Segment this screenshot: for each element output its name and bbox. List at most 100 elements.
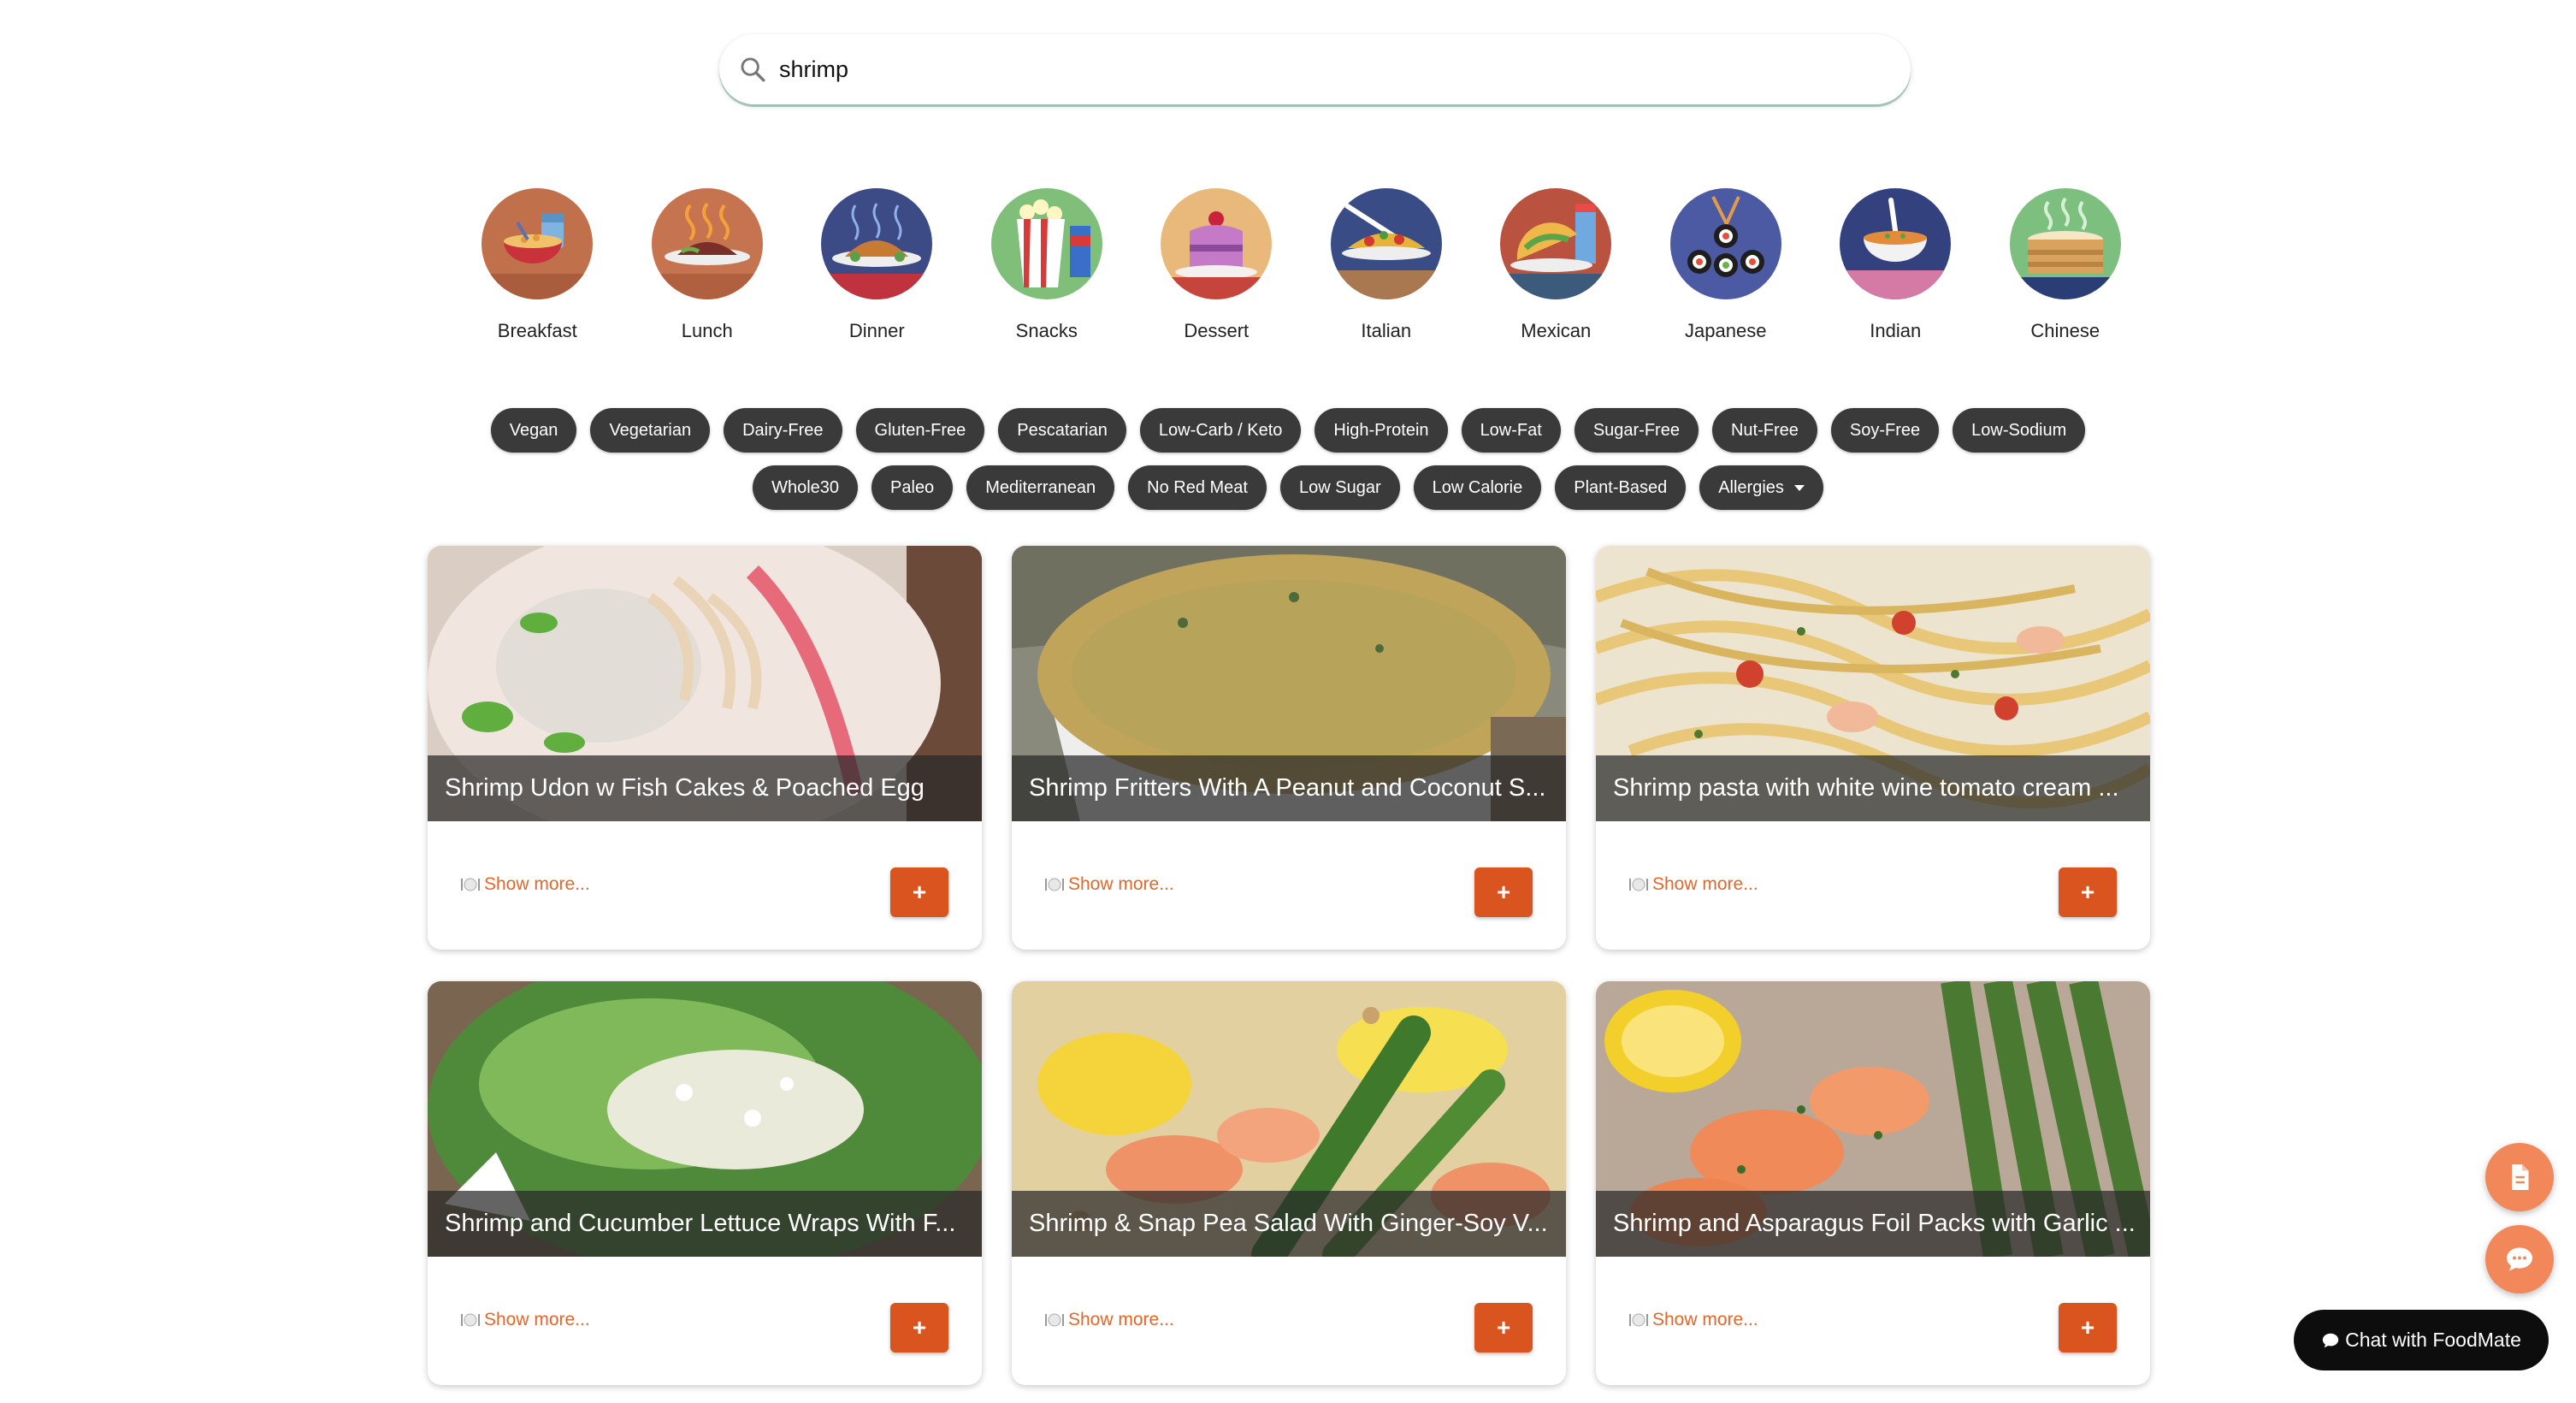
- filter-chip-mediterranean[interactable]: Mediterranean: [966, 465, 1115, 510]
- recipe-image: Shrimp and Asparagus Foil Packs with Gar…: [1596, 981, 2150, 1257]
- category-indian[interactable]: Indian: [1811, 188, 1981, 342]
- show-more-link[interactable]: Show more...: [460, 874, 590, 895]
- speech-bubble-icon: [2322, 1333, 2339, 1347]
- allergies-dropdown[interactable]: Allergies: [1699, 465, 1823, 510]
- plate-utensils-icon: [1045, 878, 1064, 891]
- show-more-link[interactable]: Show more...: [1044, 1310, 1174, 1330]
- category-lunch[interactable]: Lunch: [623, 188, 793, 342]
- plate-utensils-icon: [1045, 1313, 1064, 1327]
- category-breakfast[interactable]: Breakfast: [452, 188, 623, 342]
- filter-chip-vegetarian[interactable]: Vegetarian: [590, 408, 711, 453]
- add-recipe-button[interactable]: +: [1474, 1303, 1533, 1353]
- indian-icon: [1840, 188, 1952, 299]
- diet-filter-row: Vegan Vegetarian Dairy-Free Gluten-Free …: [0, 408, 2576, 453]
- dinner-icon: [821, 188, 933, 299]
- search-bar[interactable]: [719, 34, 1911, 104]
- snacks-icon: [990, 188, 1102, 299]
- italian-icon: [1330, 188, 1442, 299]
- add-recipe-button[interactable]: +: [1474, 867, 1533, 917]
- recipe-card[interactable]: Shrimp & Snap Pea Salad With Ginger-Soy …: [1012, 981, 1566, 1385]
- category-label: Chinese: [2030, 320, 2100, 341]
- recipe-image: Shrimp Fritters With A Peanut and Coconu…: [1012, 546, 1566, 821]
- show-more-link[interactable]: Show more...: [1628, 1310, 1758, 1330]
- plate-utensils-icon: [461, 878, 480, 891]
- chat-bubble-icon: [2507, 1247, 2532, 1271]
- plate-utensils-icon: [1629, 878, 1648, 891]
- filter-chip-low-calorie[interactable]: Low Calorie: [1413, 465, 1542, 510]
- filter-chip-dairy-free[interactable]: Dairy-Free: [724, 408, 842, 453]
- show-more-label: Show more...: [484, 874, 590, 894]
- recipe-image: Shrimp Udon w Fish Cakes & Poached Egg: [428, 546, 982, 821]
- category-label: Breakfast: [497, 320, 577, 341]
- filter-chip-vegan[interactable]: Vegan: [490, 408, 577, 453]
- add-recipe-button[interactable]: +: [890, 867, 948, 917]
- category-list: Breakfast Lunch Dinner Snacks Dessert It…: [452, 188, 2150, 342]
- category-snacks[interactable]: Snacks: [962, 188, 1132, 342]
- recipe-title: Shrimp & Snap Pea Salad With Ginger-Soy …: [1012, 1191, 1566, 1257]
- category-label: Indian: [1870, 320, 1922, 341]
- allergies-label: Allergies: [1718, 477, 1784, 497]
- recipe-card[interactable]: Shrimp Fritters With A Peanut and Coconu…: [1012, 546, 1566, 950]
- recipe-card[interactable]: Shrimp Udon w Fish Cakes & Poached Egg S…: [428, 546, 982, 950]
- category-label: Dessert: [1184, 320, 1250, 341]
- chat-bubble-button[interactable]: [2485, 1225, 2554, 1293]
- category-label: Lunch: [681, 320, 733, 341]
- category-dessert[interactable]: Dessert: [1131, 188, 1302, 342]
- filter-chip-sugar-free[interactable]: Sugar-Free: [1574, 408, 1699, 453]
- filter-chip-whole30[interactable]: Whole30: [753, 465, 859, 510]
- search-icon: [741, 57, 765, 82]
- recipe-title: Shrimp pasta with white wine tomato crea…: [1596, 755, 2150, 821]
- filter-chip-low-sodium[interactable]: Low-Sodium: [1953, 408, 2086, 453]
- category-japanese[interactable]: Japanese: [1641, 188, 1811, 342]
- show-more-link[interactable]: Show more...: [1628, 874, 1758, 895]
- chat-with-foodmate-button[interactable]: Chat with FoodMate: [2294, 1310, 2549, 1370]
- recipe-card-footer: Show more... +: [1012, 1257, 1566, 1385]
- show-more-label: Show more...: [1068, 1310, 1174, 1329]
- filter-chip-high-protein[interactable]: High-Protein: [1315, 408, 1448, 453]
- recipe-card-footer: Show more... +: [1596, 1257, 2150, 1385]
- mexican-icon: [1500, 188, 1612, 299]
- show-more-label: Show more...: [1652, 1310, 1758, 1329]
- show-more-link[interactable]: Show more...: [460, 1310, 590, 1330]
- filter-chip-soy-free[interactable]: Soy-Free: [1830, 408, 1940, 453]
- category-chinese[interactable]: Chinese: [1981, 188, 2151, 342]
- category-italian[interactable]: Italian: [1302, 188, 1472, 342]
- filter-chip-no-red-meat[interactable]: No Red Meat: [1128, 465, 1267, 510]
- filter-chip-plant-based[interactable]: Plant-Based: [1555, 465, 1687, 510]
- document-button[interactable]: [2485, 1143, 2554, 1211]
- page: Breakfast Lunch Dinner Snacks Dessert: [0, 0, 2576, 1403]
- recipe-grid: Shrimp Udon w Fish Cakes & Poached Egg S…: [428, 546, 2150, 1385]
- add-recipe-button[interactable]: +: [2059, 1303, 2117, 1353]
- recipe-card[interactable]: Shrimp and Cucumber Lettuce Wraps With F…: [428, 981, 982, 1385]
- filter-chip-low-carb-keto[interactable]: Low-Carb / Keto: [1139, 408, 1302, 453]
- category-mexican[interactable]: Mexican: [1471, 188, 1641, 342]
- category-label: Dinner: [848, 320, 905, 341]
- category-label: Mexican: [1521, 320, 1592, 341]
- filter-chip-paleo[interactable]: Paleo: [871, 465, 954, 510]
- recipe-card-footer: Show more... +: [1596, 821, 2150, 950]
- show-more-label: Show more...: [484, 1310, 590, 1329]
- filter-chip-gluten-free[interactable]: Gluten-Free: [855, 408, 985, 453]
- document-icon: [2512, 1164, 2529, 1190]
- recipe-title: Shrimp and Asparagus Foil Packs with Gar…: [1596, 1191, 2150, 1257]
- recipe-card[interactable]: Shrimp pasta with white wine tomato crea…: [1596, 546, 2150, 950]
- caret-down-icon: [1793, 484, 1805, 491]
- filter-chip-nut-free[interactable]: Nut-Free: [1711, 408, 1817, 453]
- show-more-label: Show more...: [1652, 874, 1758, 894]
- category-dinner[interactable]: Dinner: [792, 188, 962, 342]
- add-recipe-button[interactable]: +: [890, 1303, 948, 1353]
- recipe-title: Shrimp Udon w Fish Cakes & Poached Egg: [428, 755, 982, 821]
- show-more-link[interactable]: Show more...: [1044, 874, 1174, 895]
- dessert-icon: [1161, 188, 1273, 299]
- chat-button-label: Chat with FoodMate: [2345, 1329, 2521, 1351]
- filter-chip-low-fat[interactable]: Low-Fat: [1461, 408, 1561, 453]
- filter-chip-pescatarian[interactable]: Pescatarian: [998, 408, 1126, 453]
- recipe-image: Shrimp pasta with white wine tomato crea…: [1596, 546, 2150, 821]
- search-input[interactable]: [779, 56, 1805, 83]
- filter-chip-low-sugar[interactable]: Low Sugar: [1280, 465, 1400, 510]
- recipe-image: Shrimp & Snap Pea Salad With Ginger-Soy …: [1012, 981, 1566, 1257]
- add-recipe-button[interactable]: +: [2059, 867, 2117, 917]
- plate-utensils-icon: [461, 1313, 480, 1327]
- recipe-card[interactable]: Shrimp and Asparagus Foil Packs with Gar…: [1596, 981, 2150, 1385]
- category-label: Italian: [1361, 320, 1412, 341]
